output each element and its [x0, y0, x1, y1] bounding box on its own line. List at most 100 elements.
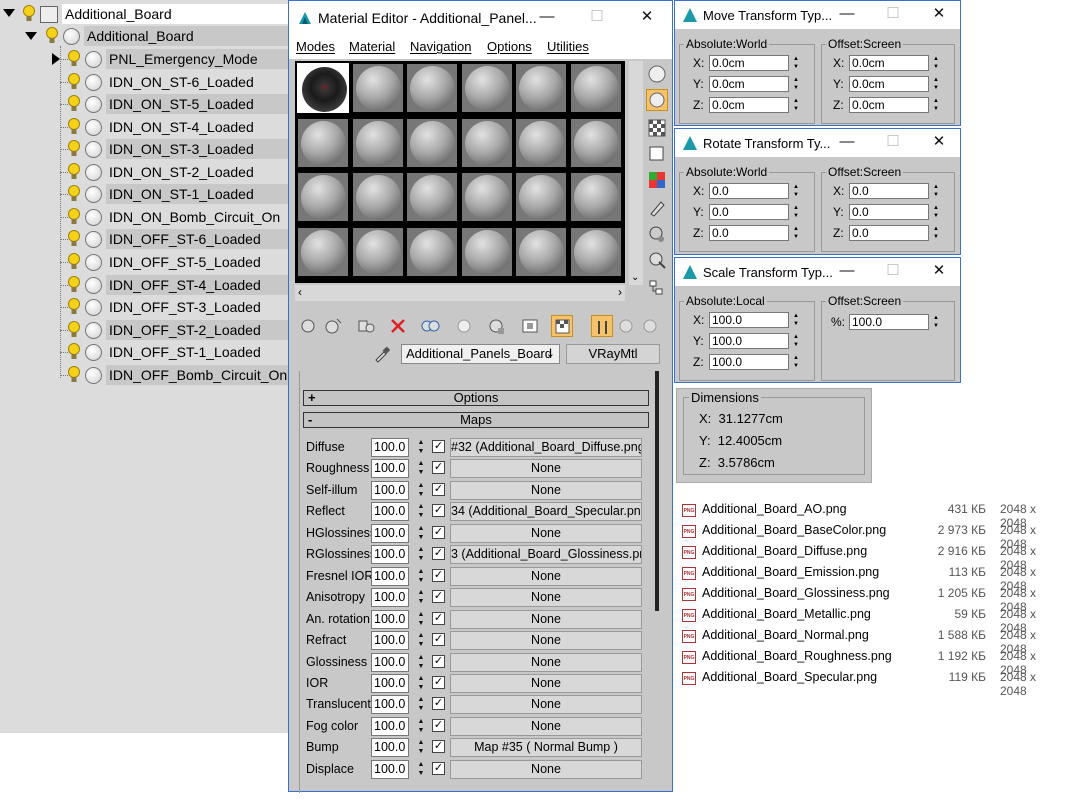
file-row[interactable]: PNG Additional_Board_Diffuse.png 2 916 КБ 2… — [682, 542, 1064, 572]
sample-slot[interactable] — [406, 63, 459, 113]
light-bulb-icon[interactable] — [67, 298, 81, 316]
file-row[interactable]: PNG Additional_Board_Normal.png 1 588 КБ 20… — [682, 626, 1064, 656]
file-row[interactable]: PNG Additional_Board_AO.png 431 КБ 2048 x 2… — [682, 500, 1064, 530]
map-enable-checkbox[interactable]: ✓ — [432, 440, 445, 453]
map-slot-button[interactable]: Map #35 ( Normal Bump ) — [450, 738, 642, 758]
map-slot-button[interactable]: None — [450, 759, 642, 779]
sample-slot[interactable] — [406, 117, 459, 168]
material-editor-titlebar[interactable]: Material Editor - Additional_Panel... — … — [289, 1, 672, 35]
map-enable-checkbox[interactable]: ✓ — [432, 761, 445, 775]
menu-utilities[interactable]: Utilities — [547, 39, 589, 54]
scene-row[interactable]: IDN_ON_ST-5_Loaded — [0, 93, 290, 115]
sample-slot[interactable] — [515, 117, 568, 168]
spinner[interactable]: ▲ ▼ — [791, 354, 801, 370]
map-slot-button[interactable]: 34 (Additional_Board_Specular.png) — [450, 502, 642, 522]
spinner[interactable]: ▲ ▼ — [416, 674, 426, 693]
sample-slot[interactable] — [515, 226, 568, 277]
scene-row[interactable]: IDN_ON_ST-4_Loaded — [0, 116, 290, 138]
sample-slot[interactable] — [351, 63, 404, 113]
go-forward-sibling-icon[interactable] — [615, 315, 637, 337]
light-bulb-icon[interactable] — [67, 185, 81, 203]
map-amount-field[interactable]: 100.0 — [371, 695, 409, 715]
map-slot-button[interactable]: None — [450, 480, 642, 500]
map-enable-checkbox[interactable]: ✓ — [432, 718, 445, 732]
slots-horizontal-scrollbar[interactable]: ‹ › — [295, 285, 625, 301]
map-amount-field[interactable]: 100.0 — [371, 673, 409, 693]
absolute-y-input[interactable]: 0.0 — [709, 204, 789, 220]
offset-z-input[interactable]: 0.0cm — [849, 97, 929, 113]
sample-slot[interactable] — [297, 226, 349, 277]
spinner[interactable]: ▲ ▼ — [416, 459, 426, 478]
map-amount-field[interactable]: 100.0 — [371, 523, 409, 543]
spinner[interactable]: ▲ ▼ — [931, 183, 941, 199]
light-bulb-icon[interactable] — [67, 320, 81, 339]
map-amount-field[interactable]: 100.0 — [371, 502, 409, 522]
file-row[interactable]: PNG Additional_Board_Metallic.png 59 КБ 204… — [682, 605, 1064, 635]
assign-to-selection-icon[interactable] — [355, 315, 377, 337]
map-slot-button[interactable]: None — [450, 588, 642, 608]
select-by-material-icon[interactable] — [646, 249, 668, 271]
sample-slot[interactable] — [515, 172, 568, 223]
spinner[interactable]: ▲ ▼ — [416, 524, 426, 543]
map-enable-checkbox[interactable]: ✓ — [432, 568, 445, 582]
scene-row[interactable]: PNL_Emergency_Mode — [0, 48, 290, 70]
map-amount-field[interactable]: 100.0 — [371, 588, 409, 608]
sample-slot[interactable] — [297, 172, 349, 223]
spinner[interactable]: ▲ ▼ — [791, 225, 801, 241]
close-button[interactable]: ✕ — [931, 263, 947, 279]
sample-slot[interactable] — [460, 63, 513, 113]
map-enable-checkbox[interactable]: ✓ — [432, 590, 445, 604]
minimize-button[interactable]: — — [539, 9, 555, 25]
absolute-y-input[interactable]: 0.0cm — [709, 76, 789, 92]
map-slot-button[interactable]: None — [450, 631, 642, 651]
absolute-z-input[interactable]: 0.0 — [709, 225, 789, 241]
spinner[interactable]: ▲ ▼ — [931, 76, 941, 92]
light-bulb-icon[interactable] — [67, 50, 81, 68]
light-bulb-icon[interactable] — [67, 117, 81, 136]
light-bulb-icon[interactable] — [67, 72, 81, 91]
spinner[interactable]: ▲ ▼ — [416, 653, 426, 672]
map-amount-field[interactable]: 100.0 — [371, 631, 409, 651]
minimize-button[interactable]: — — [839, 6, 855, 22]
options-icon[interactable] — [646, 223, 668, 245]
pick-from-object-icon[interactable] — [639, 315, 661, 337]
make-preview-icon[interactable] — [646, 197, 668, 219]
map-slot-button[interactable]: 3 (Additional_Board_Glossiness.png) — [450, 545, 642, 565]
sample-slot[interactable] — [406, 172, 459, 223]
map-enable-checkbox[interactable]: ✓ — [432, 461, 445, 475]
maximize-button[interactable]: ☐ — [885, 263, 901, 279]
spinner[interactable]: ▲ ▼ — [931, 97, 941, 113]
scene-row[interactable]: IDN_ON_Bomb_Circuit_On — [0, 206, 290, 228]
rotate-titlebar[interactable]: Rotate Transform Ty... — ☐ ✕ — [675, 129, 960, 157]
map-enable-checkbox[interactable]: ✓ — [432, 547, 445, 561]
material-type-button[interactable]: VRayMtl — [566, 344, 660, 364]
map-amount-field[interactable]: 100.0 — [371, 716, 409, 736]
scroll-left-icon[interactable]: ‹ — [298, 285, 302, 299]
file-row[interactable]: PNG Additional_Board_Glossiness.png 1 205 … — [682, 584, 1064, 614]
show-shaded-material-icon[interactable] — [519, 315, 541, 337]
video-color-check-icon[interactable] — [646, 169, 668, 191]
absolute-y-input[interactable]: 100.0 — [709, 333, 789, 349]
spinner[interactable]: ▲ ▼ — [791, 183, 801, 199]
map-amount-field[interactable]: 100.0 — [371, 438, 409, 457]
maximize-button[interactable]: ☐ — [589, 9, 605, 25]
map-amount-field[interactable]: 100.0 — [371, 545, 409, 565]
spinner[interactable]: ▲ ▼ — [416, 588, 426, 607]
offset-x-input[interactable]: 0.0 — [849, 183, 929, 199]
sample-slot[interactable] — [570, 172, 622, 223]
minimize-button[interactable]: — — [839, 263, 855, 279]
scene-row[interactable]: IDN_OFF_Bomb_Circuit_On — [0, 364, 290, 386]
light-bulb-icon[interactable] — [67, 162, 81, 181]
reset-map-icon[interactable] — [387, 315, 409, 337]
scene-row[interactable]: IDN_ON_ST-3_Loaded — [0, 138, 290, 160]
map-slot-button[interactable]: #32 (Additional_Board_Diffuse.png) — [450, 438, 642, 457]
scene-row[interactable]: IDN_OFF_ST-6_Loaded — [0, 228, 290, 250]
light-bulb-icon[interactable] — [67, 275, 81, 294]
absolute-x-input[interactable]: 0.0 — [709, 183, 789, 199]
offset-percent-input[interactable]: 100.0 — [849, 314, 929, 330]
map-enable-checkbox[interactable]: ✓ — [432, 740, 445, 754]
file-row[interactable]: PNG Additional_Board_Emission.png 113 КБ 20… — [682, 563, 1064, 593]
spinner[interactable]: ▲ ▼ — [416, 481, 426, 500]
file-row[interactable]: PNG Additional_Board_Roughness.png 1 192 К… — [682, 647, 1064, 677]
spinner[interactable]: ▲ ▼ — [931, 225, 941, 241]
